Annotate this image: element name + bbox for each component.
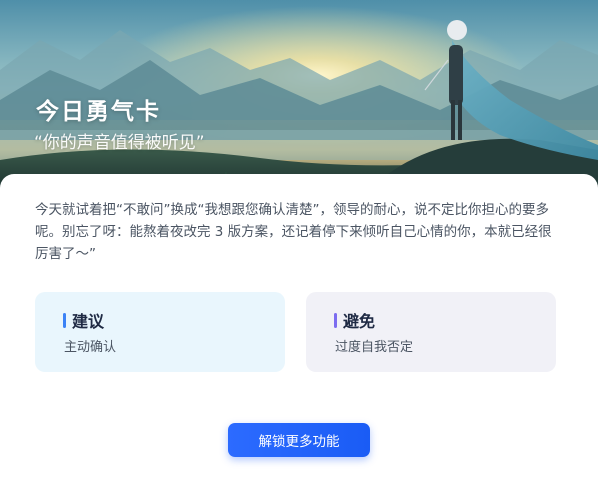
- avoid-header: 避免: [334, 308, 375, 332]
- avoid-title: 避免: [343, 312, 376, 331]
- card-title: 今日勇气卡: [36, 99, 161, 125]
- suggestion-box: 建议 主动确认: [35, 292, 285, 372]
- suggestion-text: 主动确认: [64, 340, 117, 355]
- suggestion-header: 建议: [63, 308, 104, 332]
- avoid-box: 避免 过度自我否定: [306, 292, 556, 372]
- unlock-more-features-button[interactable]: 解锁更多功能: [228, 423, 370, 457]
- card-subtitle: “你的声音值得被听见”: [34, 133, 205, 153]
- hero-banner: 今日勇气卡 “你的声音值得被听见”: [0, 0, 598, 200]
- avoid-text: 过度自我否定: [335, 340, 414, 355]
- suggestion-title: 建议: [72, 312, 105, 331]
- encouragement-text: 今天就试着把“不敢问”换成“我想跟您确认清楚”，领导的耐心，说不定比你担心的要多…: [35, 202, 552, 262]
- suggestion-accent-bar: [63, 312, 66, 328]
- avoid-accent-bar: [334, 312, 337, 328]
